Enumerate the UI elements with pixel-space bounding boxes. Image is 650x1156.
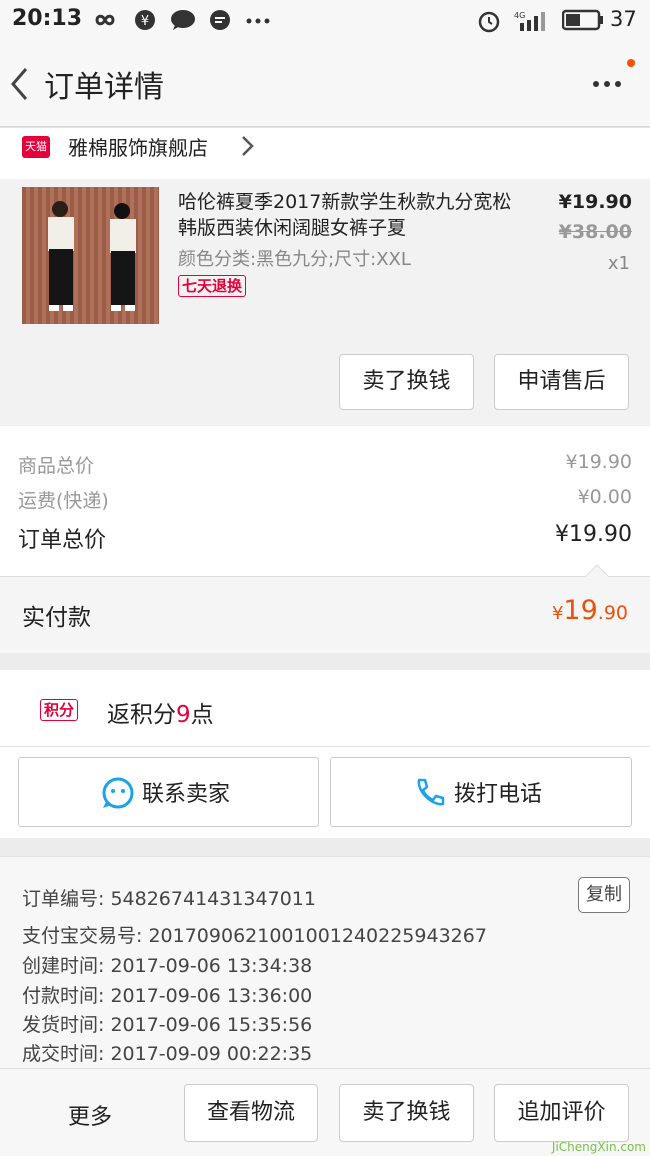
points-prefix: 返积分 xyxy=(107,702,176,728)
completed-time-line: 成交时间: 2017-09-09 00:22:35 xyxy=(22,1039,312,1066)
infinity-icon xyxy=(95,14,115,26)
order-total-value: ¥19.90 xyxy=(555,522,632,547)
product-title[interactable]: 哈伦裤夏季2017新款学生秋款九分宽松韩版西装休闲阔腿女裤子夏 xyxy=(178,189,528,241)
chevron-right-icon xyxy=(242,136,254,156)
product-spec: 颜色分类:黑色九分;尺寸:XXL xyxy=(178,249,411,270)
battery-level: 37 xyxy=(610,7,637,31)
points-row: 积分 返积分9点 xyxy=(0,670,650,747)
paid-time-label: 付款时间: xyxy=(22,985,105,1007)
created-time-label: 创建时间: xyxy=(22,955,105,977)
alarm-icon xyxy=(478,11,500,33)
product-quantity: x1 xyxy=(607,253,630,274)
contact-seller-label: 联系卖家 xyxy=(142,782,231,807)
nav-bar: 订单详情 xyxy=(0,40,650,127)
points-badge: 积分 xyxy=(40,699,79,721)
status-time: 20:13 xyxy=(12,6,83,31)
goods-total-label: 商品总价 xyxy=(18,455,95,477)
order-info: 订单编号: 54826741431347011 支付宝交易号: 20170906… xyxy=(0,856,650,1069)
paid-currency: ¥ xyxy=(551,603,564,624)
add-review-button[interactable]: 追加评价 xyxy=(494,1084,629,1142)
shipping-label: 运费(快递) xyxy=(18,490,109,512)
shop-row[interactable]: 天猫 雅棉服饰旗舰店 xyxy=(0,127,650,180)
watermark: JiChengXin.com xyxy=(551,1140,646,1154)
shipped-time-value: 2017-09-06 15:35:56 xyxy=(110,1014,313,1036)
paid-amount: ¥19.90 xyxy=(552,595,628,626)
order-number-value: 54826741431347011 xyxy=(110,888,316,910)
points-text: 返积分9点 xyxy=(107,695,214,729)
more-button[interactable]: 更多 xyxy=(68,1099,112,1131)
product-thumbnail[interactable] xyxy=(22,187,159,324)
points-suffix: 点 xyxy=(190,702,214,728)
after-sale-button[interactable]: 申请售后 xyxy=(494,354,629,410)
caret-up-icon xyxy=(585,564,609,577)
notification-dot xyxy=(627,59,635,67)
yen-app-icon: ¥ xyxy=(135,10,155,30)
paid-decimal: .90 xyxy=(597,602,628,624)
contact-row: 联系卖家 拨打电话 xyxy=(0,747,650,838)
points-value: 9 xyxy=(176,702,191,728)
paid-amount-row: 实付款 ¥19.90 xyxy=(0,577,650,653)
network-type: 4G xyxy=(514,11,525,20)
call-button[interactable]: 拨打电话 xyxy=(330,757,632,827)
created-time-value: 2017-09-06 13:34:38 xyxy=(110,955,313,977)
product-price: ¥19.90 xyxy=(558,191,632,213)
copy-button[interactable]: 复制 xyxy=(578,877,630,913)
chat-face-icon xyxy=(102,777,134,809)
shipped-time-label: 发货时间: xyxy=(22,1014,105,1036)
paid-time-line: 付款时间: 2017-09-06 13:36:00 xyxy=(22,981,312,1008)
call-label: 拨打电话 xyxy=(454,782,543,807)
completed-time-value: 2017-09-09 00:22:35 xyxy=(110,1043,313,1065)
message-icon xyxy=(210,10,230,30)
page-title: 订单详情 xyxy=(44,70,164,105)
signal-icon: 4G xyxy=(514,11,545,31)
battery-icon xyxy=(562,9,603,31)
alipay-trade-value: 2017090621001001240225943267 xyxy=(148,925,487,947)
product-photo xyxy=(22,187,159,324)
order-totals: 商品总价 ¥19.90 运费(快递) ¥0.00 订单总价 ¥19.90 xyxy=(0,426,650,577)
goods-total-value: ¥19.90 xyxy=(565,451,632,473)
alipay-trade-line: 支付宝交易号: 2017090621001001240225943267 xyxy=(22,921,487,948)
shop-name[interactable]: 雅棉服饰旗舰店 xyxy=(68,132,208,161)
paid-time-value: 2017-09-06 13:36:00 xyxy=(110,985,313,1007)
view-logistics-button[interactable]: 查看物流 xyxy=(184,1084,318,1142)
paid-label: 实付款 xyxy=(22,605,91,631)
return-policy-badge: 七天退换 xyxy=(178,275,247,297)
completed-time-label: 成交时间: xyxy=(22,1043,105,1065)
back-chevron-icon[interactable] xyxy=(8,66,32,102)
status-bar: 20:13 ¥ 4G 37 xyxy=(0,0,650,40)
tmall-badge: 天猫 xyxy=(22,136,50,158)
paid-integer: 19 xyxy=(563,595,598,626)
sell-button[interactable]: 卖了换钱 xyxy=(339,354,474,410)
shipped-time-line: 发货时间: 2017-09-06 15:35:56 xyxy=(22,1010,312,1037)
order-total-label: 订单总价 xyxy=(18,528,107,553)
created-time-line: 创建时间: 2017-09-06 13:34:38 xyxy=(22,951,312,978)
bottom-action-bar: 更多 查看物流 卖了换钱 追加评价 JiChengXin.com xyxy=(0,1068,650,1156)
phone-icon xyxy=(417,778,445,806)
svg-text:¥: ¥ xyxy=(141,14,149,29)
product-card[interactable]: 哈伦裤夏季2017新款学生秋款九分宽松韩版西装休闲阔腿女裤子夏 颜色分类:黑色九… xyxy=(0,179,650,425)
more-menu-icon[interactable] xyxy=(592,78,622,90)
sell-bottom-button[interactable]: 卖了换钱 xyxy=(339,1084,474,1142)
product-original-price: ¥38.00 xyxy=(558,221,632,243)
order-number-line: 订单编号: 54826741431347011 xyxy=(22,884,316,911)
more-notifications-icon xyxy=(246,18,270,24)
chat-bubble-icon xyxy=(171,10,195,30)
order-number-label: 订单编号: xyxy=(22,888,105,910)
contact-seller-button[interactable]: 联系卖家 xyxy=(18,757,319,827)
shipping-value: ¥0.00 xyxy=(577,486,632,508)
alipay-trade-label: 支付宝交易号: xyxy=(22,925,143,947)
